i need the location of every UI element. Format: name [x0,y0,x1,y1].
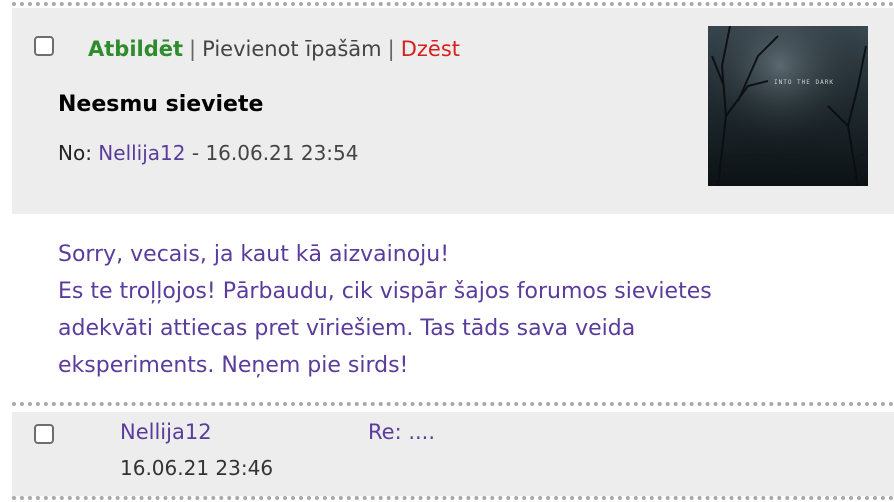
reply-select-checkbox[interactable] [34,424,54,444]
reply-divider [12,402,894,406]
message-body-line: Es te troļļojos! Pārbaudu, cik vispār ša… [58,279,712,304]
message-title: Neesmu sieviete [58,92,264,117]
add-to-favorites-link[interactable]: Pievienot īpašām [202,37,382,61]
date-separator: - [191,141,200,165]
message-body-line: Sorry, vecais, ja kaut kā aizvainoju! [58,242,450,267]
from-label: No: [58,141,92,165]
message-header: Atbildēt | Pievienot īpašām | Dzēst Neesmu s… [12,8,894,214]
message-body-line: adekvāti attiecas pret vīriešiem. Tas tā… [58,316,636,341]
action-separator: | [189,37,197,61]
message-datetime: 16.06.21 23:54 [205,141,359,165]
message-meta: No: Nellija12 - 16.06.21 23:54 [58,141,359,165]
message-actions: Atbildēt | Pievienot īpašām | Dzēst [88,37,460,61]
message-select-checkbox[interactable] [34,36,54,56]
action-separator: | [387,37,395,61]
table-row[interactable]: Nellija12 16.06.21 23:46 Re: .... [12,412,894,496]
reply-datetime: 16.06.21 23:46 [120,456,274,480]
reply-link[interactable]: Atbildēt [88,37,183,61]
reply-author-link[interactable]: Nellija12 [120,420,212,444]
avatar-overlay-text: INTO THE DARK [774,79,834,86]
reply-subject-link[interactable]: Re: .... [368,420,435,444]
avatar-picture: INTO THE DARK [708,26,868,186]
bottom-divider [12,496,894,500]
delete-link[interactable]: Dzēst [401,37,460,61]
message-body: Sorry, vecais, ja kaut kā aizvainoju! Es… [58,236,838,384]
message-body-line: eksperiments. Neņem pie sirds! [58,353,409,378]
top-divider [12,2,894,6]
author-avatar-image[interactable]: INTO THE DARK [708,26,868,186]
author-link[interactable]: Nellija12 [98,141,185,165]
